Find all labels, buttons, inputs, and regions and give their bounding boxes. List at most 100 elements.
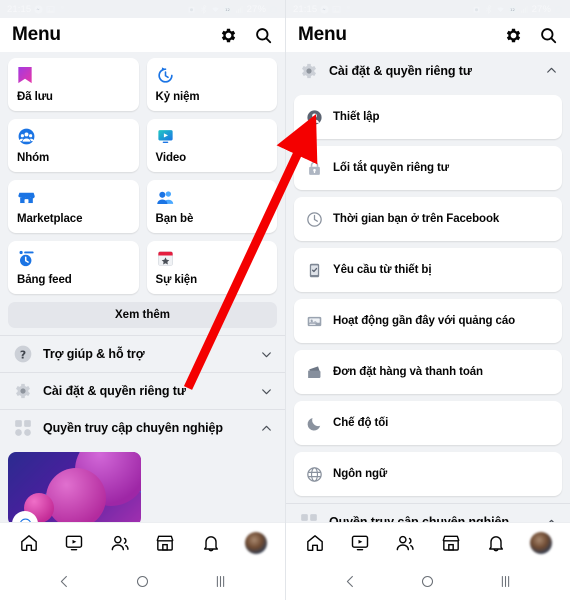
battery-icon <box>555 5 562 13</box>
right-phone-screen: 21:15 0 12 27% Menu Cài đặt & quyền riên… <box>285 0 570 600</box>
tile-video[interactable]: Video <box>146 119 277 172</box>
help-circle-icon: ? <box>12 343 34 365</box>
promo-wrap <box>0 446 285 522</box>
vertical-bars-icon[interactable] <box>213 574 228 589</box>
svg-text:12: 12 <box>510 8 515 12</box>
nav-video[interactable] <box>57 528 91 558</box>
chevron-down-icon[interactable] <box>260 348 273 361</box>
signal-icon <box>235 5 243 13</box>
clock-rewind-icon <box>156 65 269 86</box>
section-professional-access[interactable]: Quyền truy cập chuyên nghiệp <box>286 503 570 522</box>
chevron-up-icon[interactable] <box>545 64 558 77</box>
tile-friends[interactable]: Bạn bè <box>146 180 277 233</box>
sim-icon: 12 <box>224 6 231 12</box>
video-icon <box>156 126 269 147</box>
tile-feeds[interactable]: Bảng feed <box>8 241 139 294</box>
messenger-icon <box>34 4 43 14</box>
alarm-icon <box>473 6 480 12</box>
section-help-support[interactable]: ? Trợ giúp & hỗ trợ <box>0 335 285 372</box>
list-item-privacy-shortcuts[interactable]: Lối tắt quyền riêng tư <box>294 146 562 190</box>
tile-label: Nhóm <box>17 152 50 164</box>
nav-home[interactable] <box>12 528 46 558</box>
list-item-language[interactable]: Ngôn ngữ <box>294 452 562 496</box>
nav-marketplace[interactable] <box>148 528 182 558</box>
section-professional-access[interactable]: Quyền truy cập chuyên nghiệp <box>0 409 285 446</box>
professional-squares-icon <box>298 511 320 522</box>
list-item-device-requests[interactable]: Yêu cầu từ thiết bị <box>294 248 562 292</box>
tile-marketplace[interactable]: Marketplace <box>8 180 139 233</box>
storefront-icon <box>17 187 130 208</box>
page-title: Menu <box>298 24 347 45</box>
account-circle-icon <box>305 108 323 126</box>
list-item-time-on-facebook[interactable]: Thời gian bạn ở trên Facebook <box>294 197 562 241</box>
battery-percent: 27% <box>531 3 551 15</box>
list-item-label: Chế độ tối <box>333 417 389 429</box>
wifi-icon <box>211 6 219 12</box>
chevron-left-icon[interactable] <box>343 574 358 589</box>
see-more-button[interactable]: Xem thêm <box>8 302 277 328</box>
nav-marketplace[interactable] <box>434 528 468 558</box>
bottom-nav-right <box>286 522 570 562</box>
chevron-up-icon[interactable] <box>545 516 558 522</box>
sim-icon: 12 <box>509 6 516 12</box>
right-menu-body[interactable]: Cài đặt & quyền riêng tư Thiết lập Lối t… <box>286 52 570 522</box>
data-usage-icon: 0 <box>345 5 352 12</box>
svg-text:0: 0 <box>62 5 64 9</box>
nav-home[interactable] <box>298 528 332 558</box>
list-item-orders-payments[interactable]: Đơn đặt hàng và thanh toán <box>294 350 562 394</box>
chevron-down-icon[interactable] <box>260 385 273 398</box>
list-item-label: Lối tắt quyền riêng tư <box>333 162 450 174</box>
gear-icon[interactable] <box>219 26 238 45</box>
svg-text:?: ? <box>20 348 26 361</box>
tile-saved[interactable]: Đã lưu <box>8 58 139 111</box>
list-item-settings[interactable]: Thiết lập <box>294 95 562 139</box>
decorative-sphere <box>46 468 106 522</box>
search-icon[interactable] <box>539 26 558 45</box>
tile-label: Kỷ niệm <box>155 91 200 103</box>
globe-icon <box>305 465 323 483</box>
nav-profile[interactable] <box>524 528 558 558</box>
nav-video[interactable] <box>343 528 377 558</box>
header-actions <box>219 26 273 45</box>
moon-icon <box>305 414 323 432</box>
nav-profile[interactable] <box>239 528 273 558</box>
vertical-bars-icon[interactable] <box>498 574 513 589</box>
gear-icon <box>12 380 34 402</box>
professional-mode-promo-image[interactable] <box>8 452 141 522</box>
friends-icon <box>156 187 269 208</box>
photo-icon <box>46 5 55 13</box>
left-menu-body[interactable]: Đã lưu Kỷ niệm Nhóm Video Marketplace Bạ… <box>0 52 285 522</box>
circle-icon[interactable] <box>135 574 150 589</box>
gear-icon[interactable] <box>504 26 523 45</box>
svg-text:12: 12 <box>225 8 230 12</box>
chevron-up-icon[interactable] <box>260 422 273 435</box>
chevron-left-icon[interactable] <box>57 574 72 589</box>
lock-icon <box>305 159 323 177</box>
circle-icon[interactable] <box>420 574 435 589</box>
gear-icon <box>298 60 320 82</box>
wallet-icon <box>305 363 323 381</box>
avatar <box>245 531 268 554</box>
bookmark-icon <box>17 65 130 86</box>
search-icon[interactable] <box>254 26 273 45</box>
android-nav-right <box>286 562 570 600</box>
section-label: Cài đặt & quyền riêng tư <box>43 384 186 398</box>
phone-check-icon <box>305 261 323 279</box>
tile-groups[interactable]: Nhóm <box>8 119 139 172</box>
section-label: Cài đặt & quyền riêng tư <box>329 63 472 78</box>
list-item-dark-mode[interactable]: Chế độ tối <box>294 401 562 445</box>
section-settings-privacy[interactable]: Cài đặt & quyền riêng tư <box>0 372 285 409</box>
nav-friends[interactable] <box>103 528 137 558</box>
nav-notifications[interactable] <box>479 528 513 558</box>
header-actions <box>504 26 558 45</box>
nav-notifications[interactable] <box>194 528 228 558</box>
section-settings-privacy-expanded[interactable]: Cài đặt & quyền riêng tư <box>286 52 570 89</box>
list-item-recent-ad-activity[interactable]: Hoạt động gần đây với quảng cáo <box>294 299 562 343</box>
status-time: 21:15 <box>7 3 32 15</box>
tile-memories[interactable]: Kỷ niệm <box>146 58 277 111</box>
tile-events[interactable]: Sự kiện <box>146 241 277 294</box>
nav-friends[interactable] <box>388 528 422 558</box>
left-phone-screen: 21:15 0 12 27% Menu Đã lưu Kỷ niệm Nhóm … <box>0 0 285 600</box>
list-item-label: Ngôn ngữ <box>333 468 388 480</box>
list-item-label: Thời gian bạn ở trên Facebook <box>333 213 500 225</box>
